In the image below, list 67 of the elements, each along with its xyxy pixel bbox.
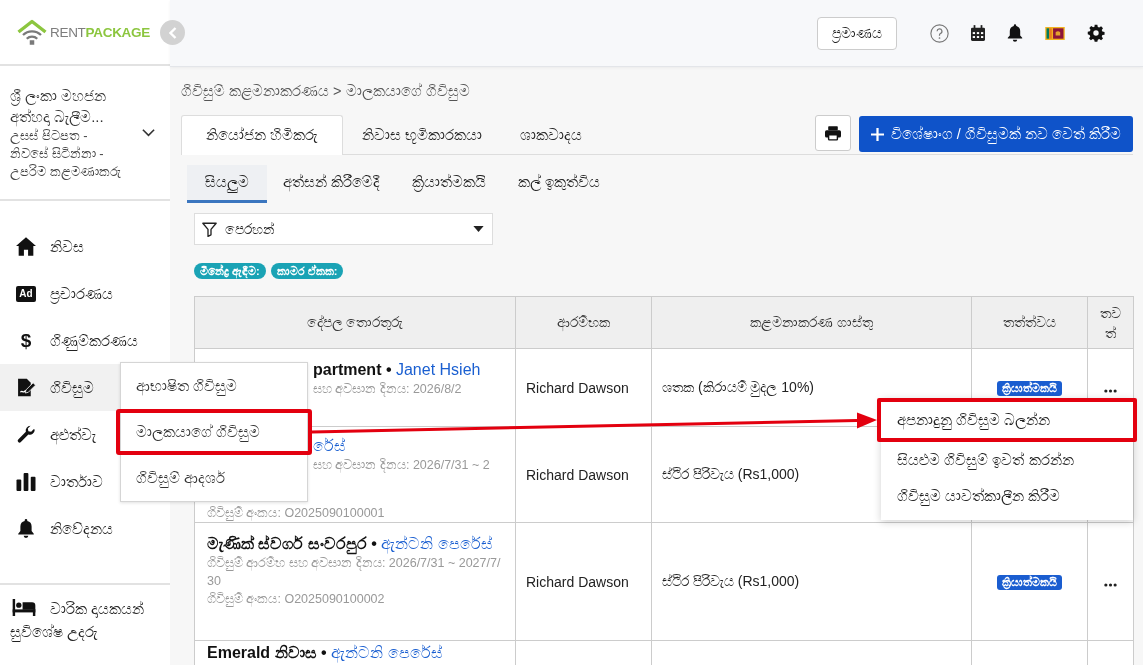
chevron-left-icon — [168, 26, 177, 39]
contract-dates: ගිවිසුම් ආරම්භ සහ අවසාන දිනය: 2026/7/31 ~ 2027/7/30 — [207, 555, 502, 590]
contract-number: ගිවිසුම් අංකය: O2025090100001 — [207, 505, 386, 522]
plus-icon — [870, 127, 884, 141]
logo-text: RENTPACKAGE — [50, 24, 150, 40]
breadcrumb: ගිවිසුම් කළමනාකරණය > මාලකයාගේ ගිවිසුම — [181, 82, 471, 102]
menu-item[interactable]: ගිවිසුම් ආදර්ශ — [121, 455, 307, 501]
status-tab[interactable]: කල් ඉකුත්විය — [502, 165, 617, 203]
bed-icon — [12, 599, 36, 616]
owner-link[interactable]: Janet Hsieh — [395, 361, 481, 378]
menu-item[interactable]: මාලකයාගේ ගිවිසුම — [116, 409, 312, 455]
bell-icon[interactable] — [1007, 24, 1023, 42]
bell-icon — [16, 519, 36, 538]
contract-number: ගිවිසුම් අංකය: O2025090100002 — [207, 591, 386, 608]
owner-link[interactable]: ඇන්ටනි පෙරේස් — [331, 644, 443, 661]
column-header: කළමනාකරණ ගාස්තු — [651, 296, 972, 349]
menu-item[interactable]: අපනාදුනු ගිවිසුම බලන්න — [877, 398, 1137, 442]
filter-dropdown[interactable]: පෙරහන් — [194, 213, 493, 245]
account-name: ශ්‍රී ලංකා මහජන අත්හදා බැලීම... — [10, 85, 108, 127]
more-icon[interactable] — [1104, 388, 1117, 393]
status-tab[interactable]: සියලුම — [187, 165, 267, 203]
nav-item[interactable]: නිවේදනය — [0, 505, 170, 552]
contract-dates: සහ අවසාන දිනය: 2026/8/2 — [313, 380, 462, 398]
house-wifi-logo-icon — [17, 19, 47, 45]
filter-input[interactable]: පෙරහන් — [225, 218, 465, 240]
print-button[interactable] — [814, 115, 851, 151]
settings-icon[interactable] — [1087, 24, 1105, 42]
size-button[interactable]: ප්‍රමාණය — [817, 16, 897, 50]
status-badge: ක්‍රියාත්මකයි — [997, 575, 1062, 590]
status-tab[interactable]: අත්සන් කිරීමේදී — [267, 165, 397, 203]
wrench-icon — [16, 425, 36, 444]
flag-icon[interactable] — [1045, 26, 1065, 40]
starter-name: Richard Dawson — [515, 522, 652, 641]
add-contract-button[interactable]: විශේෂාංග / ගිවිසුමක් නව වෙත් කිරීම — [858, 116, 1133, 152]
column-header: තත්ත්වය — [971, 296, 1088, 349]
calendar-icon[interactable] — [971, 25, 985, 41]
home-icon — [16, 237, 36, 256]
sidebar-footer-link[interactable]: වාරික දායකයන් සුවිශේෂ උදරු — [10, 597, 162, 643]
owner-link[interactable]: රේස් — [313, 437, 346, 454]
column-header: ආරම්භක — [515, 296, 652, 349]
document-pen-icon — [16, 378, 36, 397]
more-icon[interactable] — [1104, 582, 1117, 587]
bar-chart-icon — [16, 472, 36, 491]
filter-icon — [202, 221, 217, 237]
status-tab[interactable]: ක්‍රියාත්මකයි — [396, 165, 503, 203]
property-name: partment • — [313, 361, 392, 378]
tab[interactable]: ශාකවාදය — [501, 115, 602, 154]
management-fee: ස්ථිර පිරිවැය (Rs1,000) — [651, 522, 972, 641]
tab[interactable]: නියෝජන හිමිකරු — [181, 115, 344, 155]
account-role: උසස් පිටපත - නිවසේ සිටින්නා - උපරිම කළමණාකරු — [10, 126, 122, 181]
dollar-icon: $ — [20, 330, 32, 351]
property-name: Emerald නිවාස • — [207, 644, 327, 661]
column-header: තවත් — [1087, 296, 1134, 349]
help-icon[interactable] — [930, 23, 949, 43]
owner-link[interactable]: ඇන්ටනි පෙරේස් — [381, 535, 493, 552]
caret-down-icon — [473, 226, 484, 232]
nav-item[interactable]: නිවස — [0, 223, 170, 270]
chevron-down-icon[interactable] — [142, 128, 155, 137]
nav-item[interactable]: $ ගිණුම්කරණය — [0, 317, 170, 364]
printer-icon — [824, 125, 841, 141]
contract-dates: සහ අවසාන දිනය: 2026/7/31 ~ 2 — [313, 457, 491, 474]
nav-item[interactable]: Ad ප්‍රචාරණය — [0, 270, 170, 317]
tab[interactable]: නිවාස භූමිකාරකයා — [343, 115, 502, 154]
column-header: දේපල තොරතුරු — [194, 296, 516, 349]
status-badge: ක්‍රියාත්මකයි — [997, 381, 1062, 396]
ad-icon: Ad — [16, 285, 36, 302]
starter-name: Richard Dawson — [515, 426, 652, 523]
